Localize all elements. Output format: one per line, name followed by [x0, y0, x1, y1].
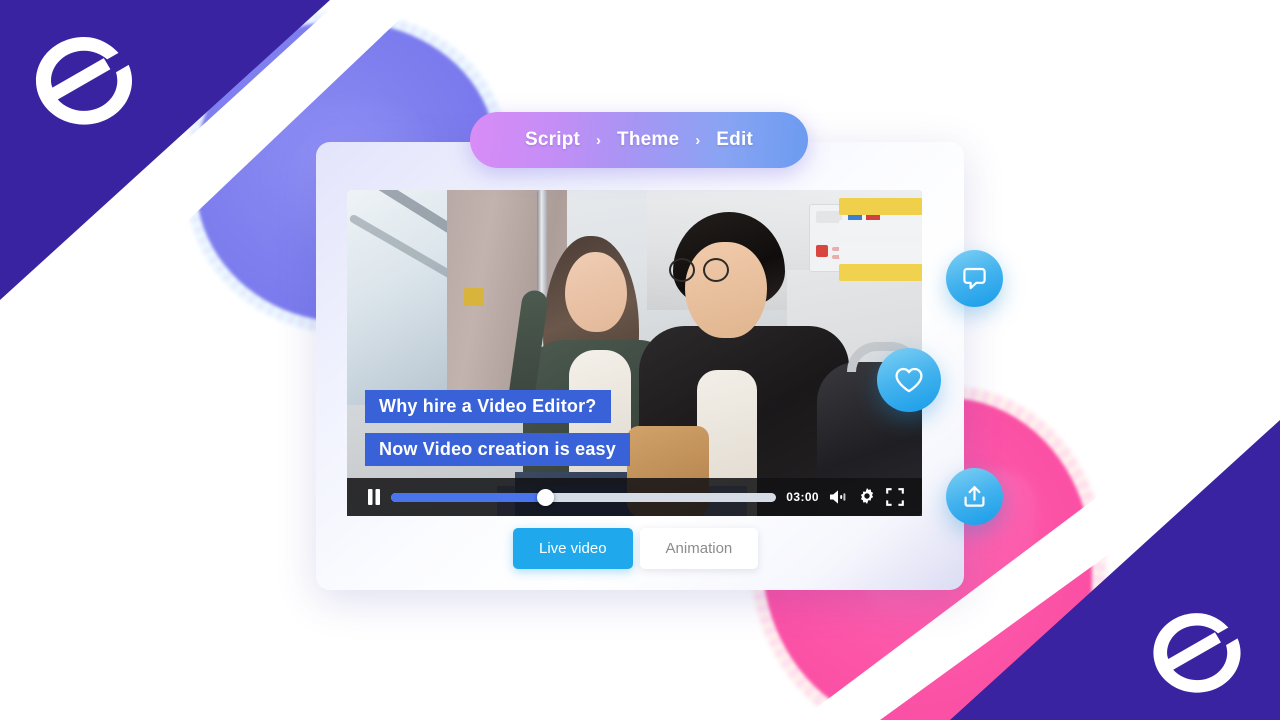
video-controls-bar: 03:00 — [347, 478, 922, 516]
progress-slider[interactable] — [391, 488, 777, 506]
chat-bubble-icon — [963, 267, 986, 290]
caption-line-2: Now Video creation is easy — [365, 433, 630, 466]
like-button[interactable] — [877, 348, 941, 412]
chevron-right-icon: › — [596, 131, 602, 149]
brand-logo-bottom-right — [1148, 608, 1246, 698]
share-button[interactable] — [946, 468, 1003, 525]
breadcrumb-step-edit[interactable]: Edit — [716, 129, 753, 151]
canvas: Why hire a Video Editor? Now Video creat… — [0, 0, 1280, 720]
breadcrumb-step-theme[interactable]: Theme — [617, 129, 679, 151]
eyeglasses — [669, 258, 765, 282]
video-preview[interactable] — [347, 190, 922, 516]
mode-button-animation[interactable]: Animation — [639, 528, 759, 569]
mode-toggle-group: Live video Animation — [513, 528, 759, 569]
caption-line-1: Why hire a Video Editor? — [365, 390, 611, 423]
video-frame-image — [347, 190, 922, 516]
chevron-right-icon: › — [695, 131, 701, 149]
gear-icon[interactable] — [858, 488, 876, 506]
mode-button-live-video[interactable]: Live video — [513, 528, 633, 569]
heart-icon — [895, 367, 923, 393]
comment-button[interactable] — [946, 250, 1003, 307]
pause-icon[interactable] — [367, 489, 381, 505]
progress-fill — [391, 492, 546, 502]
fullscreen-icon[interactable] — [886, 488, 904, 506]
volume-icon[interactable] — [829, 489, 848, 505]
breadcrumb: Script › Theme › Edit — [470, 112, 808, 168]
brand-logo-top-left — [30, 32, 138, 130]
upload-share-icon — [964, 486, 985, 507]
time-display: 03:00 — [786, 490, 819, 504]
breadcrumb-step-script[interactable]: Script — [525, 129, 580, 151]
progress-handle[interactable] — [537, 488, 555, 506]
